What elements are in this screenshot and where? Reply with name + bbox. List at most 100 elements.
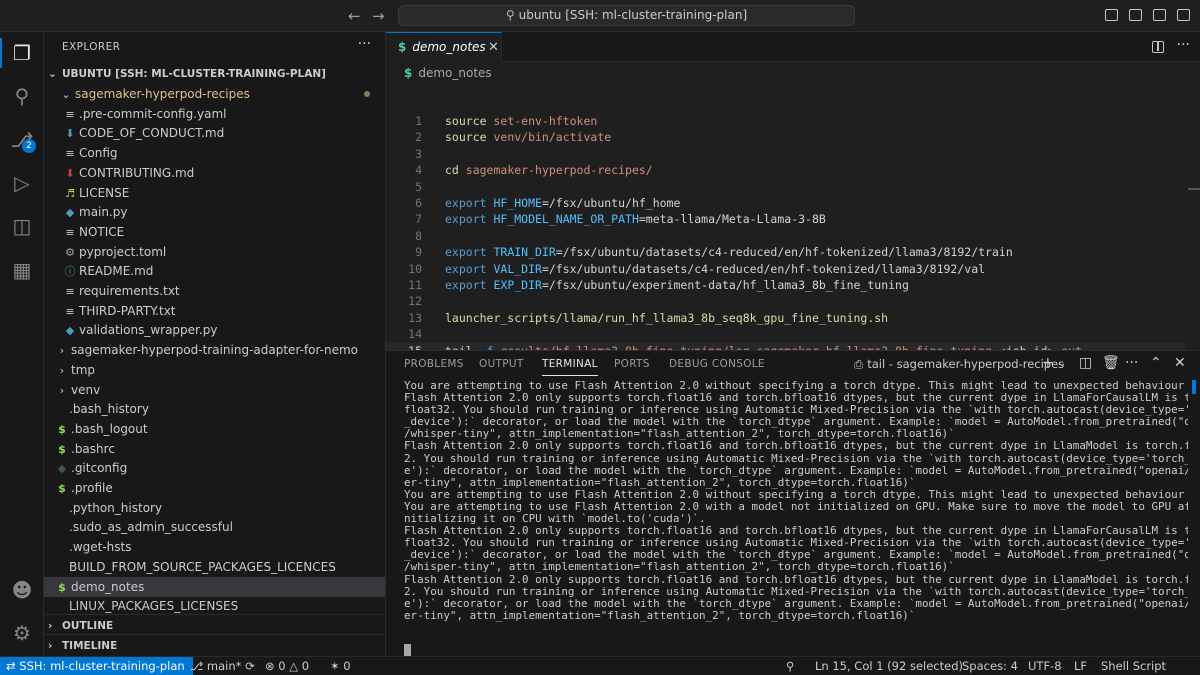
code-line[interactable]: 1 source set-env-hftoken (386, 113, 1186, 129)
file-item[interactable]: ◆ main.py (44, 202, 385, 222)
file-item[interactable]: .sudo_as_admin_successful (44, 517, 385, 537)
file-item[interactable]: .wget-hsts (44, 537, 385, 557)
code-line[interactable]: 2 source venv/bin/activate (386, 129, 1186, 145)
cursor-position[interactable]: Ln 15, Col 1 (92 selected) (815, 657, 963, 675)
explorer-more-actions[interactable]: ··· (358, 36, 371, 52)
problems-indicator[interactable]: ⊗ 0 △ 0 (265, 657, 309, 675)
indentation[interactable]: Spaces: 4 (962, 657, 1018, 675)
terminal-selector[interactable]: ⎙ tail - sagemaker-hyperpod-recipes (854, 357, 1064, 372)
file-item[interactable]: $ .bashrc (44, 439, 385, 459)
folder-item[interactable]: › tmp (44, 360, 385, 380)
code-line[interactable]: 4 cd sagemaker-hyperpod-recipes/ (386, 162, 1186, 178)
tab-ports[interactable]: PORTS (614, 358, 650, 370)
manage-gear-icon[interactable]: ⚙ (10, 621, 34, 645)
close-panel-icon[interactable]: ✕ (1174, 355, 1186, 371)
file-item[interactable]: ◆ .gitconfig (44, 458, 385, 478)
chevron-down-icon[interactable]: ⌄ (1058, 358, 1066, 369)
code-line[interactable]: 3 (386, 146, 1186, 162)
scrollbar-marker[interactable] (1188, 188, 1200, 190)
back-arrow-icon[interactable]: ← (348, 7, 361, 25)
explorer-icon[interactable]: ❐ (10, 41, 34, 65)
run-debug-icon[interactable]: ▷ (10, 171, 34, 195)
search-icon[interactable]: ⚲ (10, 84, 34, 108)
split-editor-icon[interactable] (1152, 41, 1164, 53)
folder-item[interactable]: › venv (44, 380, 385, 400)
tree-item-label: pyproject.toml (79, 244, 167, 259)
code-line[interactable]: 11 export EXP_DIR=/fsx/ubuntu/experiment-… (386, 277, 1186, 293)
tab-problems[interactable]: PROBLEMS (404, 358, 464, 370)
code-line[interactable]: 5 (386, 179, 1186, 195)
file-item[interactable]: $ .bash_logout (44, 419, 385, 439)
code-token: VAL_DIR (493, 261, 542, 276)
file-item[interactable]: ≡ requirements.txt (44, 281, 385, 301)
more-actions-icon[interactable]: ··· (1125, 355, 1138, 371)
code-text: export HF_MODEL_NAME_OR_PATH=meta-llama/… (445, 211, 826, 227)
file-item[interactable]: ≡ THIRD-PARTY.txt (44, 301, 385, 321)
folder-item[interactable]: ⌄ sagemaker-hyperpod-recipes (44, 84, 385, 104)
file-item[interactable]: ⬇ CONTRIBUTING.md (44, 163, 385, 183)
code-token: TRAIN_DIR (493, 245, 556, 260)
file-item[interactable]: ≡ NOTICE (44, 222, 385, 242)
outline-section[interactable]: › OUTLINE (44, 614, 385, 636)
file-icon: ≡ (65, 147, 75, 161)
file-item[interactable]: ⓘ README.md (44, 261, 385, 281)
toggle-secondary-sidebar-icon[interactable] (1153, 9, 1166, 21)
tree-item-label: main.py (79, 205, 128, 220)
workspace-root[interactable]: ⌄ UBUNTU [SSH: ML-CLUSTER-TRAINING-PLAN] (44, 64, 385, 84)
file-item[interactable]: ⬇ CODE_OF_CONDUCT.md (44, 123, 385, 143)
customize-layout-icon[interactable] (1177, 9, 1190, 21)
command-center[interactable]: ⚲ ubuntu [SSH: ml-cluster-training-plan] (398, 5, 855, 26)
forward-arrow-icon[interactable]: → (372, 7, 385, 25)
code-line[interactable]: 13 launcher_scripts/llama/run_hf_llama3_8… (386, 310, 1186, 326)
file-item[interactable]: ≡ .pre-commit-config.yaml (44, 104, 385, 124)
file-item[interactable]: $ demo_notes (44, 576, 385, 597)
toggle-panel-icon[interactable] (1129, 9, 1142, 21)
branch-indicator[interactable]: ⎇ main* ⟳ (190, 657, 255, 675)
file-item[interactable]: ≡ Config (44, 143, 385, 163)
code-line[interactable]: 12 (386, 293, 1186, 309)
tab-debug-console[interactable]: DEBUG CONSOLE (669, 358, 765, 370)
toggle-primary-sidebar-icon[interactable] (1105, 9, 1118, 21)
line-number: 10 (408, 261, 422, 276)
code-line[interactable]: 8 (386, 228, 1186, 244)
tab-demo-notes[interactable]: $ demo_notes ✕ (386, 32, 502, 62)
code-text: export HF_HOME=/fsx/ubuntu/hf_home (445, 195, 680, 211)
file-item[interactable]: BUILD_FROM_SOURCE_PACKAGES_LICENCES (44, 557, 385, 577)
file-item[interactable]: ♬ LICENSE (44, 183, 385, 203)
code-line[interactable]: 14 (386, 326, 1186, 342)
file-item[interactable]: $ .profile (44, 478, 385, 498)
python-icon: ◆ (65, 324, 75, 338)
account-icon[interactable]: ☻ (10, 578, 34, 602)
zoom-icon[interactable]: ⚲ (786, 657, 794, 675)
split-terminal-icon[interactable]: ◫ (1079, 355, 1092, 371)
remote-explorer-icon[interactable]: ◫ (10, 214, 34, 238)
file-item[interactable]: ◆ validations_wrapper.py (44, 320, 385, 340)
end-of-line[interactable]: LF (1074, 657, 1087, 675)
code-line[interactable]: 7 export HF_MODEL_NAME_OR_PATH=meta-llama… (386, 211, 1186, 227)
file-item[interactable]: .bash_history (44, 399, 385, 419)
timeline-section[interactable]: › TIMELINE (44, 634, 385, 656)
code-line[interactable]: 9 export TRAIN_DIR=/fsx/ubuntu/datasets/c… (386, 244, 1186, 260)
close-icon[interactable]: ✕ (488, 33, 499, 62)
ports-indicator[interactable]: ✶ 0 (330, 657, 351, 675)
breadcrumb[interactable]: $ demo_notes (404, 66, 492, 80)
code-line[interactable]: 10 export VAL_DIR=/fsx/ubuntu/datasets/c4… (386, 261, 1186, 277)
trash-icon[interactable]: 🗑 (1102, 355, 1120, 371)
remote-indicator[interactable]: ⇄ SSH: ml-cluster-training-plan (0, 657, 193, 675)
extensions-icon[interactable]: ▦ (10, 258, 34, 282)
maximize-panel-icon[interactable]: ⌃ (1150, 355, 1162, 371)
encoding[interactable]: UTF-8 (1028, 657, 1062, 675)
new-terminal-icon[interactable]: + (1042, 355, 1054, 371)
tab-output[interactable]: OUTPUT (479, 358, 524, 370)
file-item[interactable]: ⚙ pyproject.toml (44, 242, 385, 262)
tab-terminal[interactable]: TERMINAL (542, 358, 598, 376)
terminal-output[interactable]: You are attempting to use Flash Attentio… (404, 380, 1188, 650)
folder-item[interactable]: › sagemaker-hyperpod-training-adapter-for… (44, 340, 385, 360)
language-mode[interactable]: Shell Script (1101, 657, 1166, 675)
file-item[interactable]: .python_history (44, 498, 385, 518)
code-line[interactable]: 6 export HF_HOME=/fsx/ubuntu/hf_home (386, 195, 1186, 211)
line-number: 12 (408, 294, 422, 309)
error-icon: ⊗ (265, 659, 275, 673)
terminal-scrollbar[interactable] (1192, 380, 1196, 394)
editor-more-actions[interactable]: ··· (1177, 37, 1190, 53)
